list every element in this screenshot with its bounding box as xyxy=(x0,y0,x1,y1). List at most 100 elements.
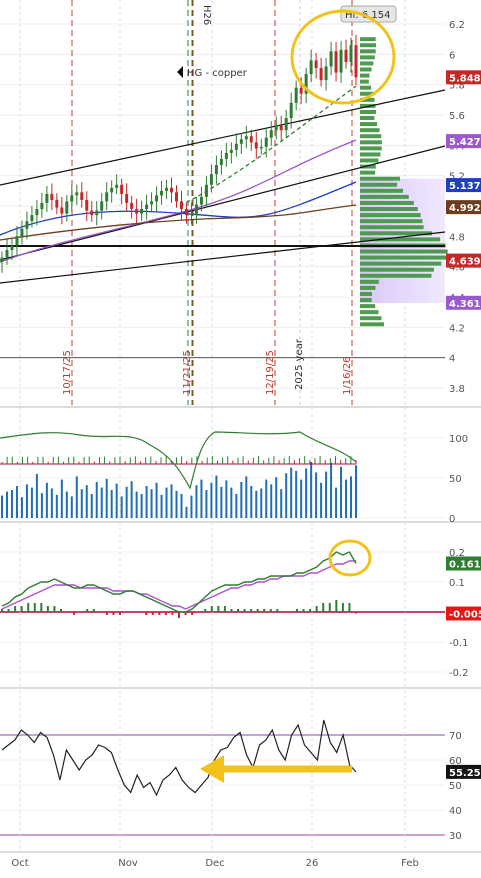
candle-body xyxy=(15,236,19,246)
candle-body xyxy=(70,195,74,202)
profile-bar xyxy=(360,304,376,309)
candle-body xyxy=(5,249,9,258)
volume-tick-label: 50 xyxy=(449,474,462,485)
candle-body xyxy=(339,49,343,73)
candle-body xyxy=(214,165,218,175)
date-marker-label: 11/21/25 xyxy=(182,350,193,395)
candle-body xyxy=(45,193,49,203)
x-tick-label: Nov xyxy=(118,858,138,869)
profile-bar xyxy=(360,158,379,163)
candle-body xyxy=(165,187,169,191)
x-tick-label: Feb xyxy=(401,858,419,869)
date-marker-label: 10/17/25 xyxy=(62,350,73,395)
candle-body xyxy=(90,210,94,216)
candle-body xyxy=(175,192,179,202)
macd-tag-value: 0.1617 xyxy=(449,559,481,570)
candle-body xyxy=(244,136,248,140)
candle-body xyxy=(184,209,188,216)
profile-bar xyxy=(360,140,382,145)
profile-bar xyxy=(360,67,372,72)
price-tag-value: 4.6399 xyxy=(449,257,481,268)
candle-body xyxy=(224,152,228,159)
price-tag-value: 5.1379 xyxy=(449,181,481,192)
candle-body xyxy=(329,51,333,67)
candle-body xyxy=(209,174,213,185)
macd-tick-label: -0.1 xyxy=(449,638,469,649)
candle-body xyxy=(239,139,243,144)
candle-body xyxy=(80,192,84,200)
profile-bar xyxy=(360,109,376,114)
candle-body xyxy=(324,66,328,81)
rsi-tick-label: 70 xyxy=(449,731,462,742)
candle-body xyxy=(344,49,348,62)
candle-body xyxy=(299,87,303,94)
profile-bar xyxy=(360,194,409,199)
profile-bar xyxy=(360,225,424,230)
macd-tag-value: -0.005 xyxy=(449,610,481,621)
profile-bar xyxy=(360,176,400,181)
candle-body xyxy=(274,125,278,131)
candle-body xyxy=(259,146,263,149)
candle-body xyxy=(150,201,154,205)
candle-body xyxy=(229,149,233,153)
date-marker-label: 12/19/25 xyxy=(265,350,276,395)
candle-body xyxy=(85,199,89,211)
profile-bar xyxy=(360,79,369,84)
candle-body xyxy=(284,118,288,131)
profile-bar xyxy=(360,255,447,260)
candle-body xyxy=(75,192,79,196)
candle-body xyxy=(155,195,159,202)
profile-bar xyxy=(360,285,376,290)
profile-bar xyxy=(360,182,398,187)
symbol-label: HG - copper xyxy=(187,68,248,79)
profile-bar xyxy=(360,61,374,66)
candle-body xyxy=(110,187,114,193)
candle-body xyxy=(145,204,149,210)
profile-bar xyxy=(360,310,379,315)
candle-body xyxy=(10,245,14,250)
profile-bar xyxy=(360,116,375,121)
profile-bar xyxy=(360,267,434,272)
profile-bar xyxy=(360,128,380,133)
candle-body xyxy=(20,228,24,237)
profile-bar xyxy=(360,73,370,78)
year-marker-label: 2025 year xyxy=(294,338,305,390)
candle-body xyxy=(349,45,353,62)
profile-bar xyxy=(360,43,376,48)
macd-tick-label: 0.1 xyxy=(449,578,465,589)
candle-body xyxy=(40,202,44,210)
profile-bar xyxy=(360,146,382,151)
candle-body xyxy=(60,207,64,214)
profile-bar xyxy=(360,188,403,193)
price-tag-value: 5.4278 xyxy=(449,137,481,148)
profile-bar xyxy=(360,213,421,218)
profile-bar xyxy=(360,291,372,296)
candle-body xyxy=(100,201,104,211)
candle-body xyxy=(160,190,164,196)
profile-bar xyxy=(360,219,423,224)
price-tick-label: 4.2 xyxy=(449,323,465,334)
candle-body xyxy=(140,209,144,214)
profile-bar xyxy=(360,298,372,303)
rsi-tick-label: 40 xyxy=(449,806,462,817)
candle-body xyxy=(115,184,119,188)
profile-bar xyxy=(360,134,382,139)
price-tick-label: 4.8 xyxy=(449,232,465,243)
profile-bar xyxy=(360,273,432,278)
candle-body xyxy=(249,136,253,143)
profile-bar xyxy=(360,152,381,157)
x-tick-label: 26 xyxy=(306,858,319,869)
candle-body xyxy=(95,210,99,216)
price-tick-label: 6 xyxy=(449,50,455,61)
profile-bar xyxy=(360,49,376,54)
price-tag-value: 5.8485 xyxy=(449,73,481,84)
candle-body xyxy=(289,102,293,119)
candle-body xyxy=(65,201,69,214)
rsi-tick-label: 30 xyxy=(449,831,462,842)
candle-body xyxy=(279,125,283,131)
x-tick-label: Dec xyxy=(205,858,224,869)
profile-bar xyxy=(360,249,448,254)
chart-stage: 10/17/25 11/21/25 12/19/25 1/16/26 3.8 4 4.2 4… xyxy=(0,0,481,869)
profile-bar xyxy=(360,279,379,284)
symbol-label-group: HG - copper xyxy=(177,66,248,79)
